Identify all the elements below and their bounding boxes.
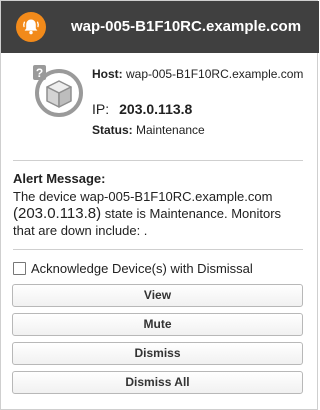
status-row: Status: Maintenance <box>92 123 205 137</box>
status-value: Maintenance <box>136 123 205 137</box>
view-button[interactable]: View <box>12 284 303 307</box>
divider <box>13 160 303 161</box>
host-value: wap-005-B1F10RC.example.com <box>126 67 304 81</box>
divider <box>13 249 303 250</box>
status-label: Status: <box>92 123 133 137</box>
alert-message-title: Alert Message: <box>13 171 106 186</box>
acknowledge-checkbox[interactable] <box>13 261 26 275</box>
acknowledge-label: Acknowledge Device(s) with Dismissal <box>31 260 253 276</box>
host-row: Host: wap-005-B1F10RC.example.com <box>92 67 303 81</box>
alert-line-2: state is Maintenance. Monitors <box>101 206 282 221</box>
alert-message-body: The device wap-005-B1F10RC.example.com (… <box>13 188 308 239</box>
ip-value: 203.0.113.8 <box>119 101 193 117</box>
popup-header: wap-005-B1F10RC.example.com <box>1 1 319 53</box>
dismiss-button[interactable]: Dismiss <box>12 342 303 365</box>
svg-text:?: ? <box>36 66 43 80</box>
dismiss-all-button[interactable]: Dismiss All <box>12 371 303 394</box>
alert-popup: wap-005-B1F10RC.example.com ? Host: wap-… <box>0 0 319 410</box>
alert-ip: 203.0.113.8 <box>18 205 97 222</box>
alert-line-1: The device wap-005-B1F10RC.example.com <box>13 189 273 204</box>
bell-icon <box>16 12 46 42</box>
header-title: wap-005-B1F10RC.example.com <box>70 18 302 35</box>
ip-row: IP: 203.0.113.8 <box>92 101 192 117</box>
alert-line-3: that are down include: . <box>13 223 148 238</box>
ip-label: IP: <box>92 101 110 117</box>
acknowledge-option[interactable]: Acknowledge Device(s) with Dismissal <box>13 260 253 276</box>
host-label: Host: <box>92 67 123 81</box>
unknown-device-icon: ? <box>31 63 87 119</box>
mute-button[interactable]: Mute <box>12 313 303 336</box>
